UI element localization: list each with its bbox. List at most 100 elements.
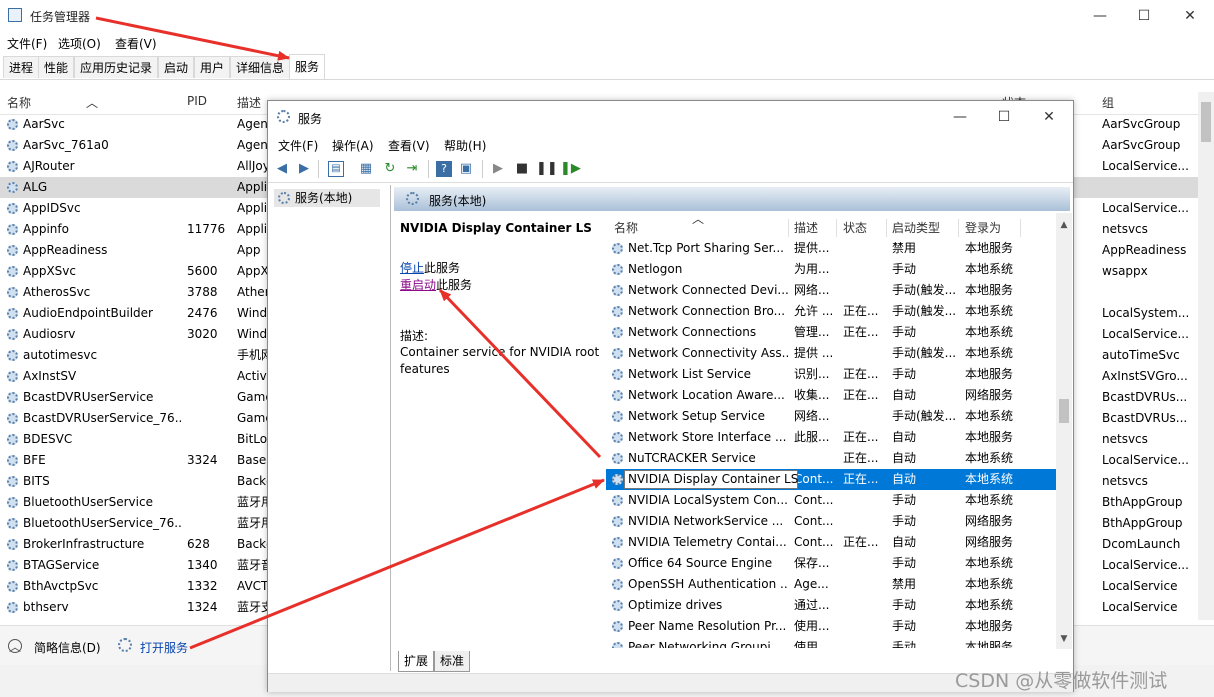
tab-standard[interactable]: 标准 [434, 651, 471, 672]
gear-icon [612, 285, 623, 296]
gear-icon [612, 558, 623, 569]
service-row[interactable]: Network Store Interface ... 此服... 正在... 自动 本… [606, 427, 1056, 448]
row-desc: App [237, 243, 261, 257]
service-row[interactable]: Network Connection Bro... 允许 ... 正在... 手动(触… [606, 301, 1056, 322]
service-row[interactable]: Network Location Aware... 收集... 正在... 自动 网络服… [606, 385, 1056, 406]
svc-col-name[interactable]: 名称 [614, 219, 638, 236]
services-app-icon [277, 110, 290, 123]
service-status: 正在... [843, 472, 879, 486]
menu-file[interactable]: 文件(F) [7, 35, 47, 52]
stop-suffix: 此服务 [424, 261, 461, 275]
row-pid: 3020 [187, 327, 218, 341]
tree-node-services-local[interactable]: 服务(本地) [274, 189, 380, 207]
services-maximize-button[interactable]: ☐ [988, 107, 1020, 127]
svc-col-startup[interactable]: 启动类型 [892, 219, 940, 236]
gear-icon [7, 392, 18, 403]
tab-details[interactable]: 详细信息 [230, 56, 291, 78]
back-icon[interactable]: ◀ [274, 161, 290, 177]
service-logon: 本地系统 [965, 262, 1014, 276]
svc-menu-action[interactable]: 操作(A) [332, 137, 374, 154]
svc-col-logon[interactable]: 登录为 [965, 219, 1001, 236]
service-row[interactable]: Office 64 Source Engine 保存... 手动 本地系统 [606, 553, 1056, 574]
view-icon[interactable]: ▣ [458, 161, 474, 177]
service-desc: 保存... [794, 556, 830, 570]
start-icon[interactable]: ▶ [490, 161, 506, 177]
menu-view[interactable]: 查看(V) [115, 35, 157, 52]
restart-service-link[interactable]: 重启动 [400, 278, 436, 292]
service-detail-panel: NVIDIA Display Container LS 停止此服务 重启动此服务… [394, 213, 600, 643]
properties-icon[interactable]: ▦ [358, 161, 374, 177]
column-divider[interactable] [886, 219, 887, 237]
service-logon: 本地系统 [965, 598, 1014, 612]
column-divider[interactable] [788, 219, 789, 237]
col-name[interactable]: 名称 [7, 94, 31, 111]
tab-services[interactable]: 服务 [289, 54, 326, 79]
column-divider[interactable] [958, 219, 959, 237]
service-row[interactable]: Peer Networking Groupi... 使用... 手动 本地服务 [606, 637, 1056, 648]
row-name: BluetoothUserService_76... [23, 516, 181, 530]
service-row[interactable]: Network Connected Devi... 网络... 手动(触发... 本地… [606, 280, 1056, 301]
column-divider[interactable] [836, 219, 837, 237]
chevron-up-icon[interactable]: ︿ [8, 639, 22, 654]
minimize-button[interactable]: — [1084, 6, 1116, 26]
row-name: Appinfo [23, 222, 69, 236]
tab-performance[interactable]: 性能 [38, 56, 75, 78]
open-services-link[interactable]: 打开服务 [140, 639, 188, 656]
service-row[interactable]: Network Setup Service 网络... 手动(触发... 本地系统 [606, 406, 1056, 427]
console-tree-icon[interactable]: ▤ [328, 161, 344, 177]
services-scrollbar[interactable]: ▲ ▼ [1056, 213, 1072, 649]
taskmgr-scrollbar[interactable] [1198, 92, 1214, 620]
service-row[interactable]: Peer Name Resolution Pr... 使用... 手动 本地服务 [606, 616, 1056, 637]
svc-col-desc[interactable]: 描述 [794, 219, 818, 236]
service-row[interactable]: NVIDIA NetworkService ... Cont... 手动 网络服务 [606, 511, 1056, 532]
maximize-button[interactable]: ☐ [1128, 6, 1160, 26]
export-icon[interactable]: ⇥ [404, 161, 420, 177]
tab-users[interactable]: 用户 [194, 56, 231, 78]
service-row[interactable]: NuTCRACKER Service 正在... 自动 本地系统 [606, 448, 1056, 469]
restart-icon[interactable]: ❚▶ [560, 161, 581, 177]
svc-menu-help[interactable]: 帮助(H) [444, 137, 486, 154]
scrollbar-thumb[interactable] [1201, 102, 1211, 142]
col-group[interactable]: 组 [1102, 94, 1114, 111]
service-row[interactable]: Net.Tcp Port Sharing Ser... 提供... 禁用 本地服务 [606, 238, 1056, 259]
svc-col-status[interactable]: 状态 [843, 219, 867, 236]
svc-menu-view[interactable]: 查看(V) [388, 137, 430, 154]
service-row[interactable]: NVIDIA Telemetry Contai... Cont... 正在... 自动… [606, 532, 1056, 553]
column-divider[interactable] [1020, 219, 1021, 237]
services-close-button[interactable]: ✕ [1033, 107, 1065, 127]
service-row[interactable]: OpenSSH Authentication ... Age... 禁用 本地系统 [606, 574, 1056, 595]
tab-processes[interactable]: 进程 [3, 56, 40, 78]
service-row[interactable]: Network Connectivity Ass... 提供 ... 手动(触发..… [606, 343, 1056, 364]
scroll-down-icon[interactable]: ▼ [1056, 631, 1072, 647]
col-desc[interactable]: 描述 [237, 94, 261, 111]
close-button[interactable]: ✕ [1174, 6, 1206, 26]
stop-icon[interactable]: ■ [514, 161, 530, 177]
service-row[interactable]: Network Connections 管理... 正在... 手动 本地系统 [606, 322, 1056, 343]
services-minimize-button[interactable]: — [944, 107, 976, 127]
stop-service-link[interactable]: 停止 [400, 261, 424, 275]
help-icon[interactable]: ? [436, 161, 452, 177]
service-name: NVIDIA Display Container LS [628, 472, 799, 486]
tab-extended[interactable]: 扩展 [398, 651, 435, 672]
scrollbar-thumb[interactable] [1059, 399, 1069, 423]
scroll-up-icon[interactable]: ▲ [1056, 217, 1072, 233]
brief-info-button[interactable]: 简略信息(D) [34, 639, 101, 656]
service-row[interactable]: Netlogon 为用... 手动 本地系统 [606, 259, 1056, 280]
tab-app-history[interactable]: 应用历史记录 [74, 56, 159, 78]
pause-icon[interactable]: ❚❚ [536, 161, 558, 177]
row-group: BthAppGroup [1102, 495, 1183, 509]
gear-icon [612, 348, 623, 359]
forward-icon[interactable]: ▶ [296, 161, 312, 177]
service-row[interactable]: NVIDIA Display Container LS Cont... 正在... 自… [606, 469, 1056, 490]
refresh-icon[interactable]: ↻ [382, 161, 398, 177]
tab-startup[interactable]: 启动 [158, 56, 195, 78]
services-toolbar: ◀ ▶ ▤ ▦ ↻ ⇥ ? ▣ ▶ ■ ❚❚ ❚▶ [268, 156, 1073, 183]
service-row[interactable]: Optimize drives 通过... 手动 本地系统 [606, 595, 1056, 616]
col-pid[interactable]: PID [187, 94, 207, 108]
service-row[interactable]: Network List Service 识别... 正在... 手动 本地服务 [606, 364, 1056, 385]
service-row[interactable]: NVIDIA LocalSystem Con... Cont... 手动 本地系统 [606, 490, 1056, 511]
svc-menu-file[interactable]: 文件(F) [278, 137, 318, 154]
service-desc: 使用... [794, 640, 830, 648]
gear-icon [7, 602, 18, 613]
menu-options[interactable]: 选项(O) [58, 35, 101, 52]
